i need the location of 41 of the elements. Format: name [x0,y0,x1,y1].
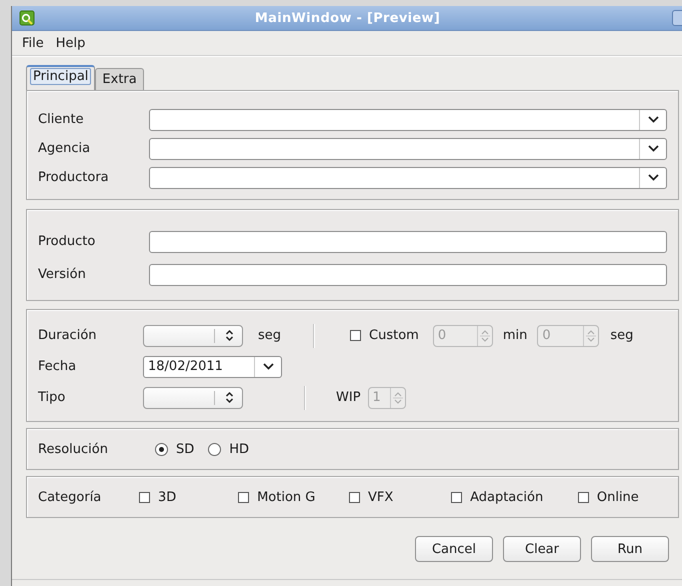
tab[interactable]: Extra [95,68,144,90]
field-label: Duración [38,328,98,343]
checkbox[interactable] [139,492,150,502]
input-field[interactable] [149,230,667,252]
field-label: Agencia [38,141,92,156]
input-field[interactable] [149,264,667,286]
push-button[interactable]: Cancel [415,536,493,562]
field-label: Categoría [38,490,102,504]
checkbox[interactable] [349,492,360,502]
checkbox-label[interactable]: 3D [158,490,176,504]
checkbox-label[interactable]: Motion G [257,490,316,504]
push-button[interactable]: Run [591,536,669,562]
checkbox-label[interactable]: Online [596,490,639,504]
checkbox-label[interactable]: VFX [368,490,394,504]
window-title: MainWindow - [Preview] [254,10,442,26]
radio-label[interactable]: HD [229,442,250,456]
field-label: Cliente [38,112,85,127]
menu-item[interactable]: Help [56,36,86,50]
radio-label[interactable]: SD [176,442,194,456]
tab[interactable]: Principal [26,65,96,90]
radio-button[interactable] [155,442,168,456]
radio-button[interactable] [208,442,222,456]
field-label: WIP [336,390,361,405]
push-button[interactable]: Clear [503,536,581,562]
menu-item[interactable]: File [22,36,44,50]
unit-label: min [502,328,528,343]
field-label: Productora [38,170,110,185]
checkbox-label[interactable]: Adaptación [470,490,544,504]
checkbox[interactable] [578,492,589,502]
field-label: Fecha [38,359,78,374]
combo-box[interactable]: 18/02/2011 [143,356,282,378]
field-label: Producto [38,234,96,249]
field-label: Versión [38,267,87,282]
app-icon [19,10,35,26]
unit-label: seg [610,328,634,343]
close-button[interactable] [672,10,682,26]
field-label: Tipo [38,390,66,405]
field-label: Resolución [38,442,109,456]
unit-label: seg [258,328,282,343]
checkbox[interactable] [451,492,462,502]
checkbox[interactable] [238,492,250,502]
